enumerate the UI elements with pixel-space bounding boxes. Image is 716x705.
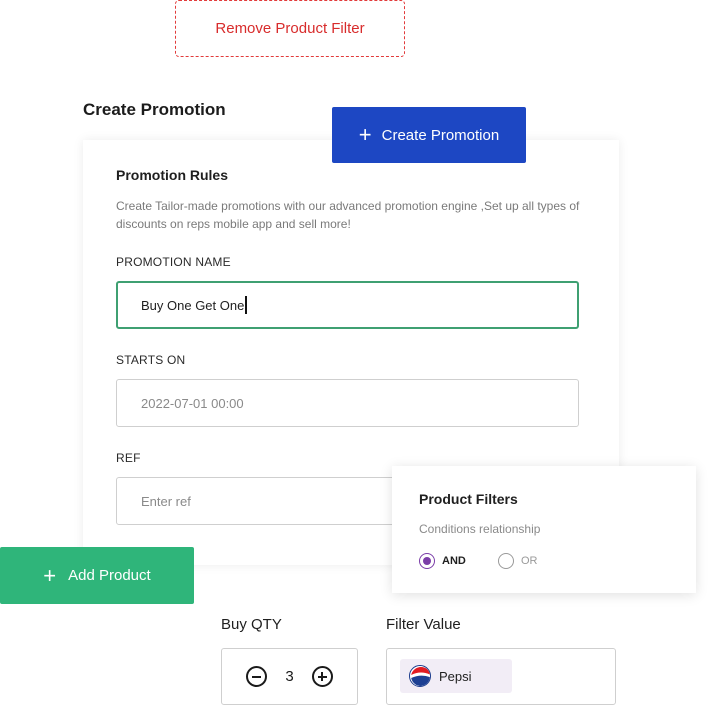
starts-on-value: 2022-07-01 00:00 (141, 395, 244, 411)
plus-circle-icon[interactable] (311, 666, 333, 687)
create-promotion-button[interactable]: + Create Promotion (332, 107, 526, 163)
radio-or-label: OR (521, 555, 538, 567)
remove-product-filter-button[interactable]: Remove Product Filter (175, 0, 405, 57)
ref-label: REF (116, 451, 141, 465)
radio-checked-icon (419, 553, 435, 569)
radio-unchecked-icon (498, 553, 514, 569)
plus-icon: + (43, 562, 57, 588)
promotion-name-label: PROMOTION NAME (116, 255, 231, 269)
radio-and-label: AND (442, 555, 466, 567)
quantity-stepper: 3 (221, 648, 358, 705)
filter-value-label: Filter Value (386, 616, 461, 633)
promotion-name-input[interactable]: Buy One Get One (116, 281, 579, 329)
starts-on-input[interactable]: 2022-07-01 00:00 (116, 379, 579, 427)
filter-value-chip[interactable]: Pepsi (400, 659, 512, 693)
promotion-name-value: Buy One Get One (141, 297, 245, 313)
minus-circle-icon[interactable] (246, 666, 268, 687)
quantity-value: 3 (285, 668, 294, 685)
pepsi-logo-icon (409, 665, 431, 687)
conditions-relationship-label: Conditions relationship (419, 522, 541, 536)
radio-and-option[interactable]: AND (419, 553, 466, 569)
text-caret (245, 296, 247, 314)
starts-on-label: STARTS ON (116, 353, 186, 367)
ref-placeholder: Enter ref (141, 493, 191, 509)
add-product-button[interactable]: + Add Product (0, 547, 194, 604)
promotion-rules-description: Create Tailor-made promotions with our a… (116, 199, 580, 231)
product-filters-title: Product Filters (419, 491, 518, 507)
page-title: Create Promotion (83, 100, 226, 119)
plus-icon: + (358, 122, 372, 147)
create-promotion-label: Create Promotion (381, 126, 500, 144)
radio-or-option[interactable]: OR (498, 553, 538, 569)
buy-qty-label: Buy QTY (221, 616, 282, 633)
promotion-rules-title: Promotion Rules (116, 167, 229, 183)
filter-chip-label: Pepsi (439, 668, 472, 684)
add-product-label: Add Product (68, 567, 151, 584)
